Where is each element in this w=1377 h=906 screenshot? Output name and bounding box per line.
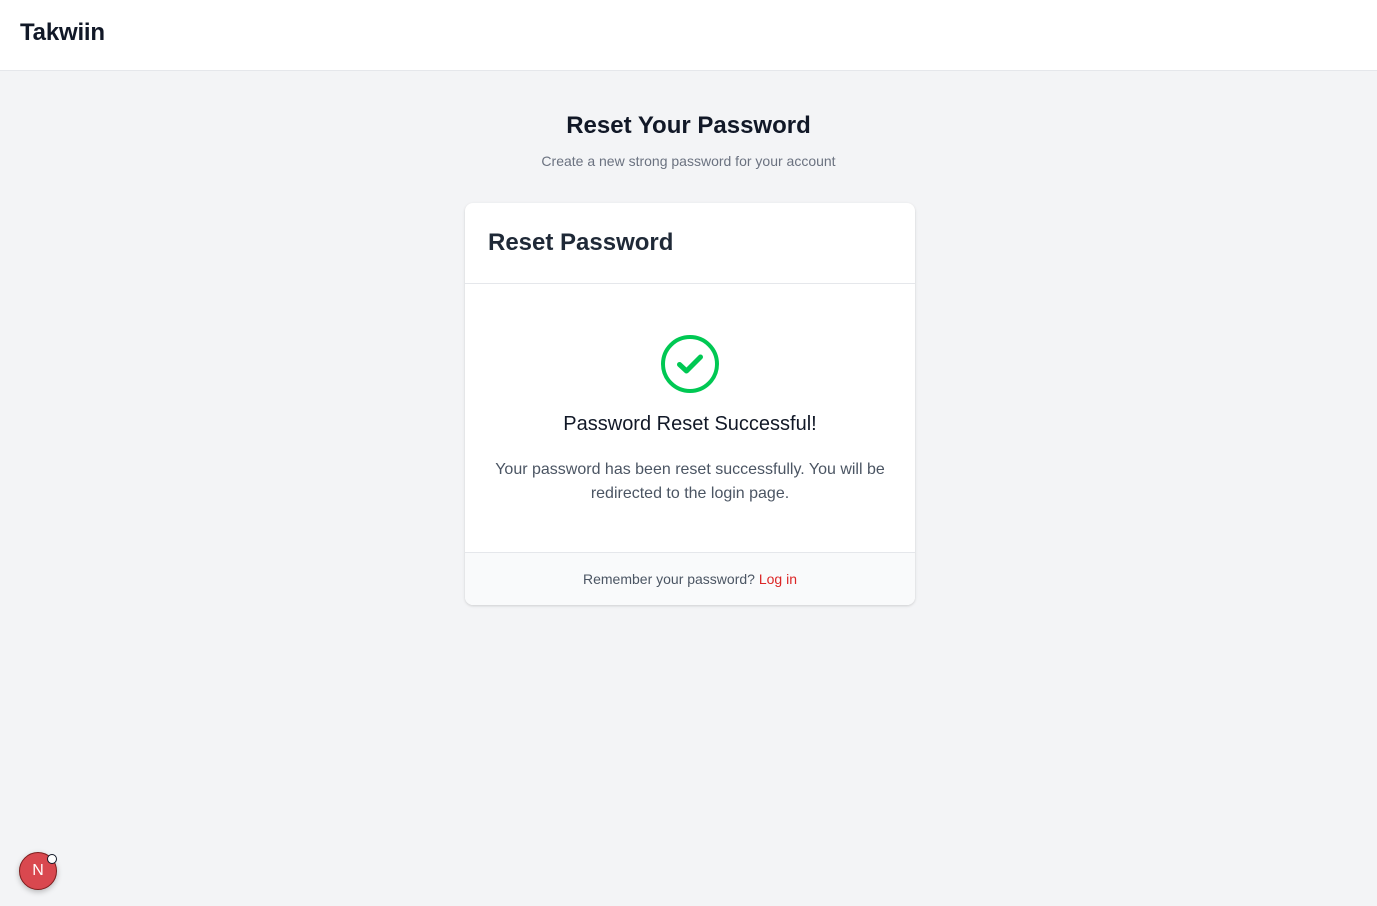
check-circle-icon	[661, 335, 719, 393]
card-body: Password Reset Successful! Your password…	[465, 284, 915, 552]
brand-logo[interactable]: Takwiin	[20, 19, 105, 47]
dev-tools-badge-letter: N	[32, 862, 44, 879]
card-title: Reset Password	[488, 229, 674, 256]
login-link[interactable]: Log in	[759, 571, 797, 587]
card-footer: Remember your password? Log in	[465, 552, 915, 605]
success-message: Your password has been reset successfull…	[495, 461, 885, 502]
top-navigation-bar: Takwiin	[0, 0, 1377, 71]
success-title: Password Reset Successful!	[563, 413, 817, 435]
reset-password-card: Reset Password Password Reset Successful…	[465, 203, 915, 605]
dev-tools-indicator-dot	[47, 854, 57, 864]
page-title: Reset Your Password	[566, 112, 811, 139]
page-subtitle: Create a new strong password for your ac…	[541, 153, 836, 169]
footer-text: Remember your password?	[582, 571, 759, 587]
card-header: Reset Password	[465, 203, 915, 284]
